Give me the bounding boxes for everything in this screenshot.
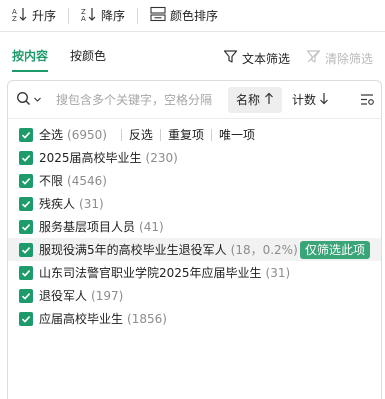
check-icon <box>21 315 31 323</box>
list-item[interactable]: 应届高校毕业生 (1856) <box>8 307 381 330</box>
filter-mode-tabs: 按内容 按颜色 文本筛选 清除筛选 <box>0 40 385 76</box>
filter-actions: 文本筛选 清除筛选 <box>223 40 373 76</box>
divider <box>68 7 70 24</box>
svg-text:Z: Z <box>12 15 17 22</box>
check-icon <box>21 177 31 185</box>
sort-by-name-label: 名称 <box>236 93 261 107</box>
search-row: 名称 计数 <box>8 81 381 119</box>
list-item[interactable]: 服务基层项目人员 (41) <box>8 215 381 238</box>
item-count: (4546) <box>67 173 107 188</box>
clear-funnel-icon <box>306 49 321 67</box>
item-checkbox[interactable] <box>19 196 33 211</box>
chevron-down-icon <box>33 93 42 107</box>
select-all-checkbox[interactable] <box>19 127 33 142</box>
check-icon <box>21 269 31 277</box>
color-sort-icon <box>150 6 166 25</box>
clear-filter-label: 清除筛选 <box>324 51 373 66</box>
select-all-row: 全选 (6950) 反选 重复项 唯一项 <box>8 123 381 146</box>
filter-panel: 名称 计数 全选 (6950) 反选 <box>7 80 382 399</box>
item-checkbox[interactable] <box>19 265 33 280</box>
selection-links: 反选 重复项 唯一项 <box>114 126 255 143</box>
item-label: 2025届高校毕业生 <box>39 151 142 165</box>
funnel-icon <box>223 49 238 67</box>
item-count: (18，0.2%) <box>230 243 298 257</box>
check-icon <box>21 131 31 139</box>
item-label: 不限 <box>39 174 64 188</box>
item-count: (31) <box>79 196 104 211</box>
search-icon <box>16 91 31 109</box>
item-checkbox[interactable] <box>19 242 33 257</box>
check-icon <box>21 292 31 300</box>
select-all-label[interactable]: 全选 <box>39 126 63 143</box>
item-count: (230) <box>145 150 178 165</box>
item-checkbox[interactable] <box>19 150 33 165</box>
search-input[interactable] <box>56 92 224 107</box>
sort-by-count-label: 计数 <box>292 93 317 107</box>
list-item[interactable]: 山东司法警官职业学院2025年应届毕业生 (31) <box>8 261 381 284</box>
tab-by-content[interactable]: 按内容 <box>12 40 49 76</box>
divider <box>159 128 161 141</box>
item-label: 残疾人 <box>39 197 76 211</box>
divider <box>210 128 212 141</box>
sort-descending-label: 降序 <box>101 9 126 23</box>
sort-ascending-label: 升序 <box>32 9 57 23</box>
check-icon <box>21 154 31 162</box>
check-icon <box>21 200 31 208</box>
svg-text:A: A <box>81 15 86 22</box>
divider <box>120 128 122 141</box>
sort-by-name-button[interactable]: 名称 <box>228 86 283 113</box>
item-checkbox[interactable] <box>19 219 33 234</box>
item-checkbox[interactable] <box>19 288 33 303</box>
tab-by-color[interactable]: 按颜色 <box>70 40 106 76</box>
duplicates-link[interactable]: 重复项 <box>168 126 204 143</box>
arrow-down-icon <box>319 92 329 108</box>
check-icon <box>21 223 31 231</box>
item-label: 服务基层项目人员 <box>39 220 136 234</box>
item-count: (1856) <box>127 311 167 326</box>
item-checkbox[interactable] <box>19 173 33 188</box>
search-scope-dropdown[interactable] <box>16 91 56 109</box>
item-label: 山东司法警官职业学院2025年应届毕业生 <box>39 266 262 280</box>
item-count: (197) <box>91 288 124 303</box>
list-item[interactable]: 退役军人 (197) <box>8 284 381 307</box>
item-checkbox[interactable] <box>19 311 33 326</box>
item-label: 应届高校毕业生 <box>39 312 124 326</box>
sort-descending-button[interactable]: ZA 降序 <box>81 0 125 32</box>
list-item[interactable]: 服现役满5年的高校毕业生退役军人 (18，0.2%) 仅筛选此项 <box>8 238 381 261</box>
text-filter-button[interactable]: 文本筛选 <box>223 49 290 67</box>
item-count: (41) <box>139 219 164 234</box>
select-all-count: (6950) <box>67 127 107 142</box>
sort-ascending-icon: AZ <box>12 6 28 25</box>
item-count: (31) <box>265 265 291 280</box>
item-label: 服现役满5年的高校毕业生退役军人 <box>39 243 227 257</box>
value-list: 全选 (6950) 反选 重复项 唯一项 2025届高校毕业生 (230) 不限… <box>8 123 381 330</box>
list-item[interactable]: 残疾人 (31) <box>8 192 381 215</box>
check-icon <box>21 246 31 254</box>
list-item[interactable]: 2025届高校毕业生 (230) <box>8 146 381 169</box>
color-sort-button[interactable]: 颜色排序 <box>150 0 218 32</box>
sort-ascending-button[interactable]: AZ 升序 <box>12 0 56 32</box>
color-sort-label: 颜色排序 <box>170 9 219 23</box>
filter-only-this-button[interactable]: 仅筛选此项 <box>299 241 370 259</box>
sort-descending-icon: ZA <box>81 6 97 25</box>
clear-filter-button[interactable]: 清除筛选 <box>306 49 373 67</box>
unique-link[interactable]: 唯一项 <box>219 126 255 143</box>
sort-by-count-button[interactable]: 计数 <box>292 91 329 108</box>
arrow-up-icon <box>264 92 274 108</box>
filter-settings-button[interactable] <box>360 92 375 110</box>
list-item[interactable]: 不限 (4546) <box>8 169 381 192</box>
item-label: 退役军人 <box>39 289 88 303</box>
text-filter-label: 文本筛选 <box>241 51 290 66</box>
list-settings-icon <box>360 92 375 110</box>
sort-toolbar: AZ 升序 ZA 降序 颜色排序 <box>0 0 385 32</box>
invert-selection-link[interactable]: 反选 <box>129 126 153 143</box>
divider <box>137 7 139 24</box>
